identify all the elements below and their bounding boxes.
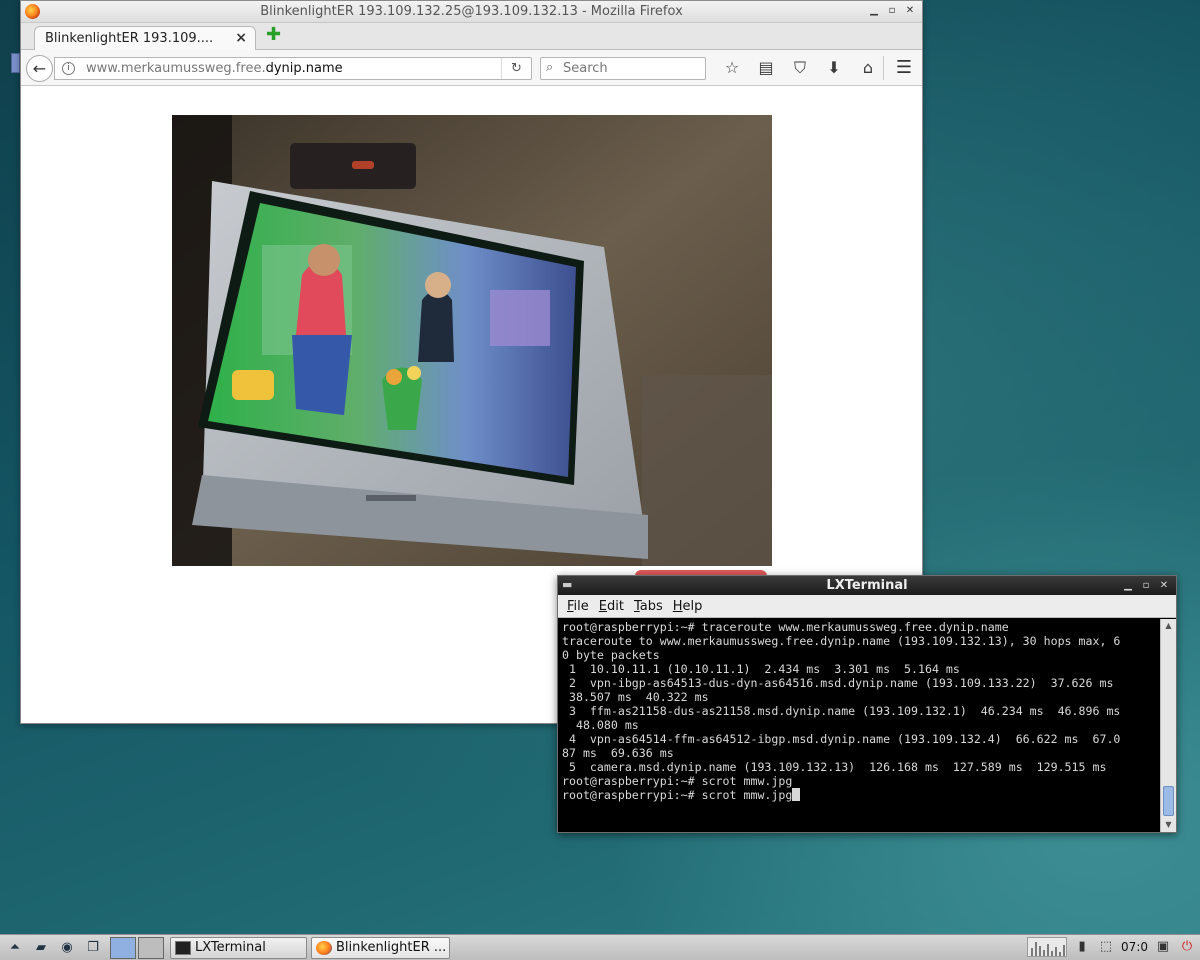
- terminal-line: 1 10.10.11.1 (10.10.11.1) 2.434 ms 3.301…: [562, 662, 960, 676]
- terminal-line: 3 ffm-as21158-dus-as21158.msd.dynip.name…: [562, 704, 1121, 718]
- terminal-line: 4 vpn-as64514-ffm-as64512-ibgp.msd.dynip…: [562, 732, 1121, 746]
- tab-blinkenlighter[interactable]: BlinkenlightER 193.109.... ×: [34, 26, 256, 51]
- terminal-scrollbar[interactable]: ▲ ▼: [1160, 619, 1176, 832]
- text-cursor: [792, 788, 801, 801]
- webcam-image: [172, 115, 772, 566]
- clock[interactable]: 07:0: [1121, 940, 1148, 954]
- menu-help[interactable]: Help: [668, 595, 708, 617]
- tab-strip: BlinkenlightER 193.109.... × ✚: [21, 23, 922, 51]
- clipboard-icon[interactable]: ▮: [1073, 938, 1091, 956]
- terminal-output[interactable]: root@raspberrypi:~# traceroute www.merka…: [558, 619, 1160, 832]
- search-bar[interactable]: ⌕: [540, 57, 706, 80]
- back-arrow-icon: ←: [32, 59, 47, 78]
- maximize-icon[interactable]: ▫: [884, 3, 900, 19]
- terminal-line: 2 vpn-ibgp-as64513-dus-dyn-as64516.msd.d…: [562, 676, 1114, 690]
- terminal-icon: [175, 941, 191, 955]
- taskbar: ⏶ ▰ ◉ ❐ LXTerminal BlinkenlightER ... ▮ …: [0, 934, 1200, 960]
- info-icon[interactable]: i: [62, 62, 75, 75]
- task-label: BlinkenlightER ...: [336, 940, 447, 955]
- scroll-down-icon[interactable]: ▼: [1161, 818, 1176, 832]
- terminal-line: 48.080 ms: [562, 718, 639, 732]
- terminal-line: 5 camera.msd.dynip.name (193.109.132.13)…: [562, 760, 1107, 774]
- terminal-line: root@raspberrypi:~# traceroute www.merka…: [562, 620, 1009, 634]
- firefox-titlebar[interactable]: BlinkenlightER 193.109.132.25@193.109.13…: [21, 1, 922, 23]
- close-icon[interactable]: ✕: [1156, 578, 1172, 594]
- terminal-line: 0 byte packets: [562, 648, 660, 662]
- home-icon[interactable]: ⌂: [851, 58, 885, 78]
- terminal-titlebar[interactable]: ▬ LXTerminal ▁ ▫ ✕: [558, 576, 1176, 595]
- hamburger-menu-icon[interactable]: ☰: [894, 58, 914, 78]
- firefox-icon: [316, 941, 332, 955]
- webcam-photo-of-tv: [172, 115, 772, 566]
- power-icon[interactable]: ⏻: [1178, 938, 1196, 956]
- menu-edit[interactable]: Edit: [594, 595, 629, 617]
- url-domain: dynip.name: [265, 61, 343, 76]
- scroll-thumb[interactable]: [1163, 786, 1174, 816]
- url-text[interactable]: www.merkaumussweg.free.dynip.name: [86, 61, 343, 76]
- cpu-monitor: [1027, 937, 1068, 957]
- star-icon[interactable]: ☆: [715, 58, 749, 78]
- browser-launcher-icon[interactable]: ◉: [56, 938, 78, 958]
- toolbar-divider: [883, 56, 884, 80]
- download-icon[interactable]: ⬇: [817, 58, 851, 78]
- url-bar[interactable]: i www.merkaumussweg.free.dynip.name ↻: [54, 57, 532, 80]
- minimize-icon[interactable]: ▁: [1120, 578, 1136, 594]
- terminal-line: traceroute to www.merkaumussweg.free.dyn…: [562, 634, 1121, 648]
- close-icon[interactable]: ✕: [902, 3, 918, 19]
- desktop-1-button[interactable]: [110, 937, 136, 959]
- reading-list-icon[interactable]: ▤: [749, 58, 783, 78]
- task-label: LXTerminal: [195, 940, 266, 955]
- terminal-menubar: File Edit Tabs Help: [558, 595, 1176, 618]
- menu-file[interactable]: File: [562, 595, 594, 617]
- minimize-icon[interactable]: ▁: [866, 3, 882, 19]
- desktop-icon-fragment: [11, 53, 20, 73]
- tab-close-icon[interactable]: ×: [235, 30, 247, 46]
- window-title: BlinkenlightER 193.109.132.25@193.109.13…: [260, 4, 683, 19]
- terminal-line: 38.507 ms 40.322 ms: [562, 690, 709, 704]
- search-icon: ⌕: [546, 60, 554, 75]
- screen-lock-icon[interactable]: ▣: [1154, 938, 1172, 956]
- menu-tabs[interactable]: Tabs: [629, 595, 668, 617]
- tab-title: BlinkenlightER 193.109....: [45, 31, 214, 46]
- menu-launcher-icon[interactable]: ⏶: [4, 938, 26, 958]
- reload-icon[interactable]: ↻: [501, 58, 531, 79]
- desktop-2-button[interactable]: [138, 937, 164, 959]
- prompt-text: root@raspberrypi:~# scrot mmw.jpg: [562, 788, 793, 802]
- task-lxterminal[interactable]: LXTerminal: [170, 937, 307, 959]
- terminal-prompt-line[interactable]: root@raspberrypi:~# scrot mmw.jpg: [562, 788, 1156, 802]
- pocket-icon[interactable]: ⛉: [783, 58, 817, 78]
- network-icon[interactable]: ⬚: [1097, 938, 1115, 956]
- terminal-line: 87 ms 69.636 ms: [562, 746, 674, 760]
- window-switch-icon[interactable]: ❐: [82, 938, 104, 958]
- terminal-line: root@raspberrypi:~# scrot mmw.jpg: [562, 774, 793, 788]
- terminal-title: LXTerminal: [826, 578, 908, 593]
- navigation-toolbar: ← i www.merkaumussweg.free.dynip.name ↻ …: [21, 50, 922, 86]
- scroll-up-icon[interactable]: ▲: [1161, 619, 1176, 633]
- search-input[interactable]: [563, 60, 701, 77]
- task-firefox[interactable]: BlinkenlightER ...: [311, 937, 450, 959]
- maximize-icon[interactable]: ▫: [1138, 578, 1154, 594]
- new-tab-icon[interactable]: ✚: [266, 26, 284, 44]
- lxterminal-window: ▬ LXTerminal ▁ ▫ ✕ File Edit Tabs Help r…: [557, 575, 1177, 833]
- file-manager-icon[interactable]: ▰: [30, 938, 52, 958]
- back-button[interactable]: ←: [26, 55, 53, 82]
